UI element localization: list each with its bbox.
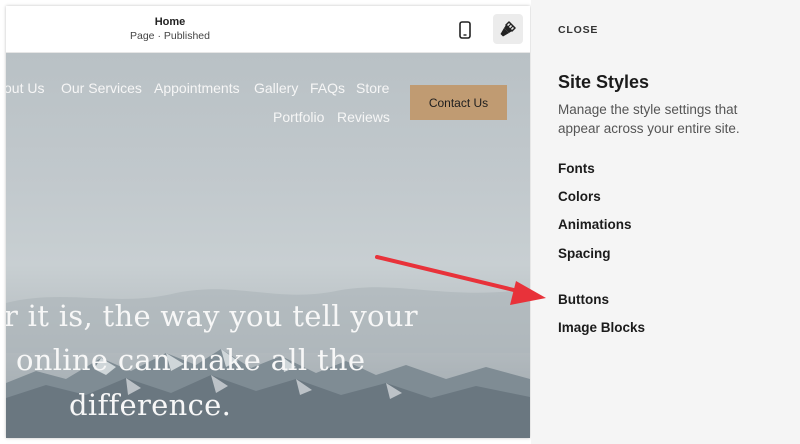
mobile-view-button[interactable]: [454, 18, 476, 42]
styles-item-buttons[interactable]: Buttons: [558, 292, 609, 307]
editor-top-bar: Home Page · Published: [6, 6, 530, 53]
nav-item-our-services[interactable]: Our Services: [61, 80, 142, 96]
mobile-phone-icon: [459, 21, 471, 39]
site-preview: Home Page · Published out Us Our Service…: [6, 6, 530, 438]
nav-item-store[interactable]: Store: [356, 80, 389, 96]
hero-headline-line-3: difference.: [69, 388, 232, 422]
hero-headline-line-1: r it is, the way you tell your: [6, 299, 418, 333]
styles-item-image-blocks[interactable]: Image Blocks: [558, 320, 645, 335]
styles-item-animations[interactable]: Animations: [558, 217, 632, 232]
hero-headline-line-2: online can make all the: [16, 343, 366, 377]
site-styles-panel: CLOSE Site Styles Manage the style setti…: [531, 0, 800, 444]
nav-item-appointments[interactable]: Appointments: [154, 80, 240, 96]
nav-item-faqs[interactable]: FAQs: [310, 80, 345, 96]
styles-item-spacing[interactable]: Spacing: [558, 246, 611, 261]
nav-item-about-us[interactable]: out Us: [6, 80, 44, 96]
paintbrush-icon: [500, 21, 516, 37]
styles-item-colors[interactable]: Colors: [558, 189, 601, 204]
nav-item-gallery[interactable]: Gallery: [254, 80, 298, 96]
hero-section: out Us Our Services Appointments Gallery…: [6, 53, 530, 438]
styles-item-fonts[interactable]: Fonts: [558, 161, 595, 176]
panel-description: Manage the style settings that appear ac…: [558, 102, 740, 136]
contact-us-button[interactable]: Contact Us: [410, 85, 507, 120]
site-styles-button[interactable]: [493, 14, 523, 44]
nav-item-portfolio[interactable]: Portfolio: [273, 109, 324, 125]
panel-title: Site Styles: [558, 72, 650, 92]
page-title: Home: [154, 16, 186, 28]
close-button[interactable]: CLOSE: [558, 24, 598, 36]
nav-item-reviews[interactable]: Reviews: [337, 109, 390, 125]
page-status: Page · Published: [130, 30, 210, 42]
